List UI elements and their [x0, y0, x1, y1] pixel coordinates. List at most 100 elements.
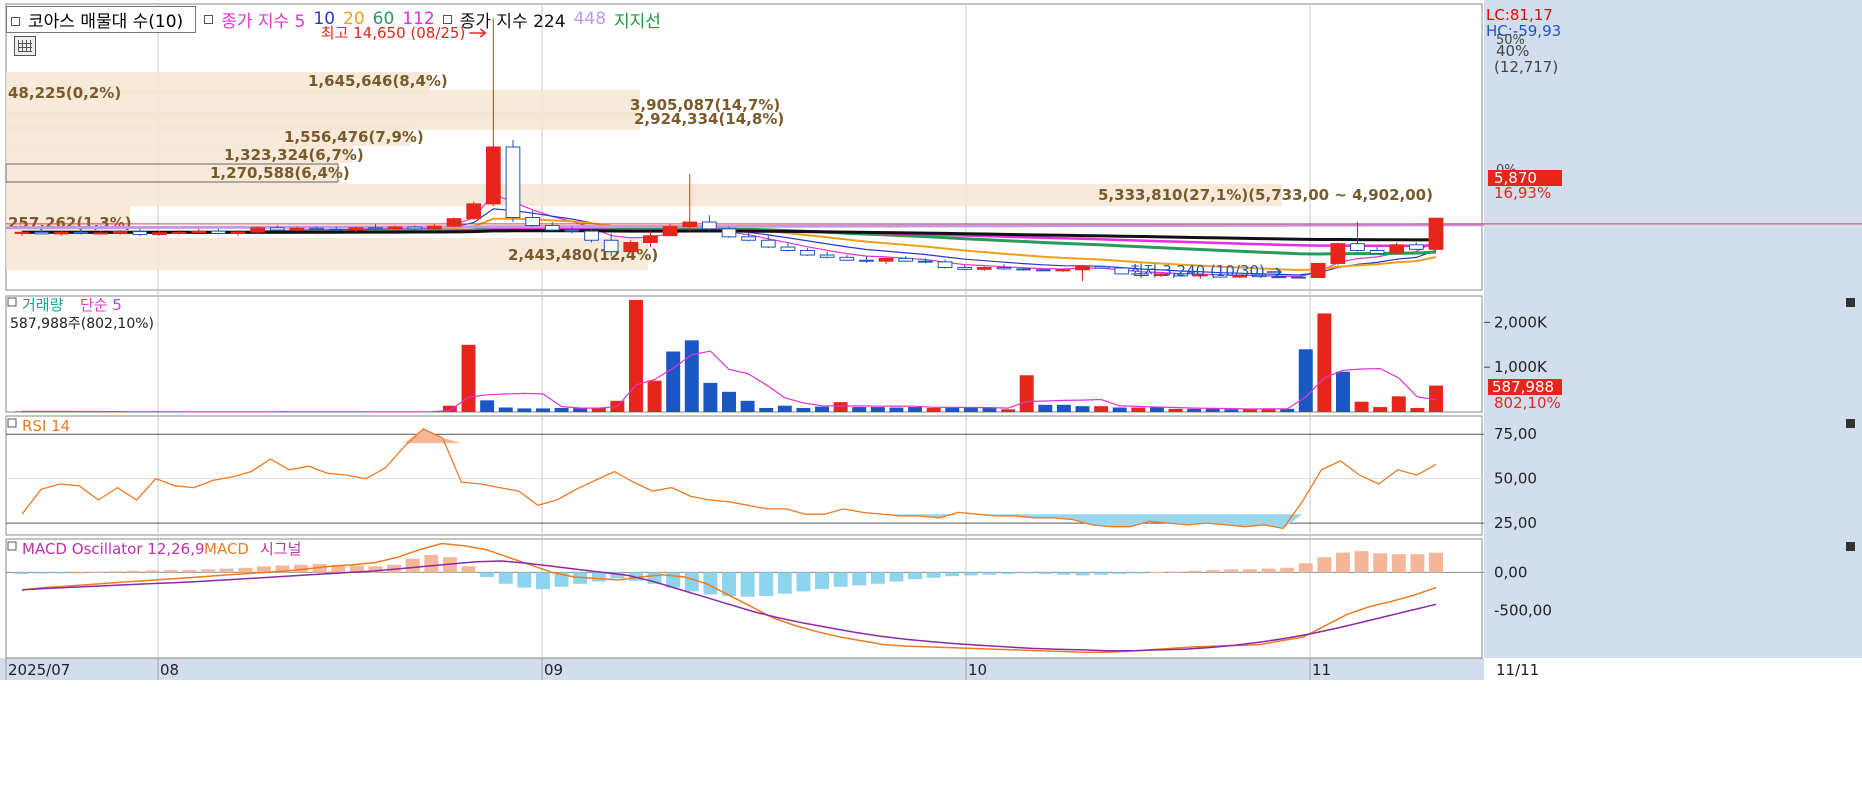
volume-bar — [517, 408, 532, 412]
volume-close-icon[interactable] — [1846, 298, 1855, 307]
volume-bar — [982, 407, 997, 412]
macd-osc-bar — [1429, 552, 1443, 573]
volume-bar — [480, 400, 495, 412]
volume-tick-label: 1,000K — [1494, 358, 1548, 376]
x-axis-label: 10 — [968, 661, 987, 679]
volume-bar — [945, 407, 960, 412]
candle-body — [741, 236, 757, 241]
volume-bar — [722, 391, 736, 412]
candle-body — [1350, 243, 1365, 251]
candle-body — [191, 230, 207, 234]
volume-band-label: 1,270,588(6,4%) — [210, 164, 350, 182]
macd-osc-bar — [1019, 572, 1034, 574]
volume-bar — [554, 407, 569, 412]
volume-bar — [666, 351, 681, 412]
volume-band-label: 1,323,324(6,7%) — [224, 146, 364, 164]
candle-body — [93, 232, 108, 235]
macd-osc-bar — [89, 571, 104, 573]
series-title-box[interactable]: 코아스 매물대 수(10) — [6, 5, 197, 33]
candle-body — [466, 203, 482, 220]
candle-body — [34, 231, 50, 235]
macd-osc-bar — [815, 572, 830, 590]
volume-bar — [1131, 407, 1146, 412]
volume-bar — [759, 407, 774, 412]
macd-osc-bar — [926, 572, 941, 578]
macd-osc-bar — [1224, 569, 1239, 573]
volume-bar — [461, 344, 476, 412]
candle-body — [623, 242, 639, 253]
volume-bar — [1205, 408, 1220, 412]
ma224-label: 종가 지수 224 — [459, 11, 566, 32]
macd-osc-bar — [1298, 563, 1313, 573]
macd-osc-bar — [1168, 571, 1183, 573]
volume-bar — [889, 407, 904, 412]
candle-body — [73, 231, 89, 234]
candle-body — [348, 227, 364, 231]
candle-body — [250, 227, 266, 233]
volume-bar — [1298, 349, 1313, 412]
volume-bar — [870, 407, 885, 412]
candle-body — [682, 221, 698, 228]
candle-body — [152, 232, 167, 236]
rsi-tick-label: 50,00 — [1494, 470, 1537, 488]
macd-osc-bar — [1038, 572, 1053, 574]
volume-bar — [1001, 409, 1016, 412]
candle-body — [839, 256, 855, 261]
candle-body — [485, 146, 501, 205]
candle-body — [1389, 244, 1405, 254]
support-line-label: 지지선 — [614, 11, 661, 32]
candle-body — [996, 267, 1012, 270]
ma20-label: 20 — [343, 9, 365, 29]
ma224-toggle-icon[interactable] — [442, 14, 452, 24]
volume-bar — [1335, 371, 1350, 412]
volume-bar — [1187, 408, 1202, 412]
ma-toggle-icon[interactable] — [204, 14, 214, 24]
series-toggle-icon[interactable] — [11, 17, 20, 26]
calculator-icon[interactable] — [14, 36, 36, 56]
ma448-label: 448 — [573, 9, 607, 29]
volume-band-label: 2,924,334(14,8%) — [634, 110, 784, 128]
volume-bar — [703, 382, 718, 412]
volume-current-pct: 802,10% — [1494, 394, 1561, 412]
axis-count: (12,717) — [1494, 58, 1558, 76]
volume-bar — [852, 407, 867, 412]
volume-tick-label: 2,000K — [1494, 313, 1548, 331]
macd-osc-bar — [145, 570, 160, 573]
macd-osc-bar — [405, 558, 420, 573]
candle-body — [211, 230, 226, 234]
macd-close-icon[interactable] — [1846, 542, 1855, 551]
macd-osc-bar — [15, 572, 29, 574]
volume-band-label: 1,645,646(8,4%) — [308, 72, 448, 90]
chart-canvas[interactable]: 1,645,646(8,4%)48,225(0,2%)3,905,087(14,… — [0, 0, 1862, 812]
candle-body — [584, 230, 599, 241]
current-price-change: 16,93% — [1494, 184, 1551, 202]
series-title: 코아스 매물대 수(10) — [28, 11, 184, 32]
volume-bar — [926, 407, 941, 412]
x-axis-end-label: 11/11 — [1496, 661, 1539, 679]
candle-body — [643, 235, 658, 244]
macd-osc-bar — [1261, 568, 1276, 573]
volume-band-label: 257,262(1,3%) — [8, 214, 132, 232]
volume-bar — [1242, 409, 1257, 412]
macd-signal-title: 시그널 — [260, 540, 301, 558]
stock-chart-window: 1,645,646(8,4%) 48,225(0,2%) 3,905,087(14,… — [0, 0, 1862, 812]
x-axis-label: 08 — [160, 661, 179, 679]
macd-osc-bar — [1001, 572, 1016, 574]
volume-bar — [1056, 404, 1071, 412]
candle-body — [878, 257, 894, 262]
volume-title: 거래량 — [22, 296, 64, 314]
volume-bar — [796, 407, 811, 412]
ma-label: 종가 지수 5 — [221, 11, 306, 32]
candle-body — [859, 259, 874, 262]
rsi-close-icon[interactable] — [1846, 419, 1855, 428]
macd-osc-bar — [1187, 570, 1202, 573]
volume-bar — [740, 400, 755, 412]
candle-body — [603, 239, 619, 253]
candle-body — [800, 249, 815, 256]
candle-body — [957, 267, 973, 270]
candle-body — [544, 224, 560, 231]
volume-bar — [833, 402, 848, 412]
price-range-label: 5,333,810(27,1%)(5,733,00 ~ 4,902,00) — [1098, 186, 1433, 204]
candle-body — [132, 231, 148, 236]
candle-body — [1035, 269, 1051, 272]
